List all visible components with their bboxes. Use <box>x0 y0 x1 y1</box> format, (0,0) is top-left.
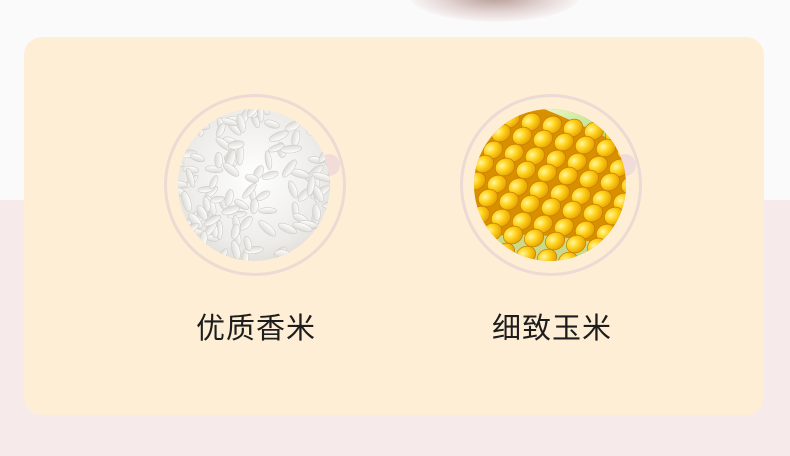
feature-label: 优质香米 <box>195 311 316 345</box>
ingredients-card: 优质香米 细致玉米 <box>24 37 764 415</box>
feature-item-rice: 优质香米 <box>146 37 366 415</box>
feature-label: 细致玉米 <box>491 311 612 345</box>
corn-photo <box>474 109 626 261</box>
feature-item-corn: 细致玉米 <box>442 37 662 415</box>
rice-photo <box>178 109 330 261</box>
